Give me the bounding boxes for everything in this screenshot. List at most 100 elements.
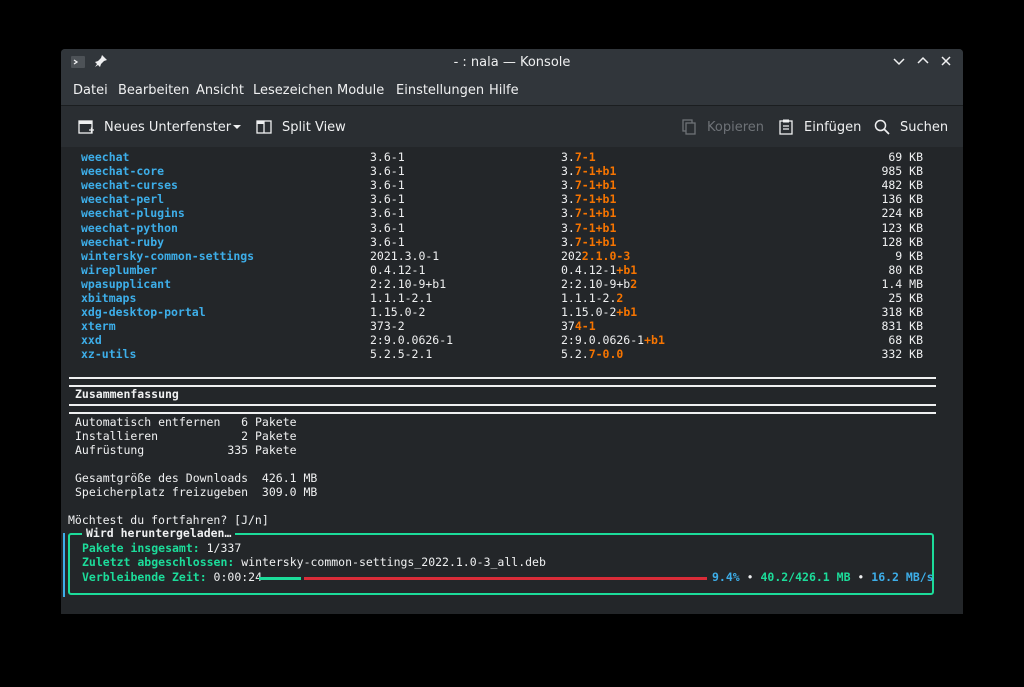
package-new-version: 1.15.0-2+b1 bbox=[561, 305, 638, 320]
package-size: 68 KB bbox=[888, 333, 923, 348]
progress-downloaded: 40.2/426.1 MB bbox=[760, 570, 851, 584]
copy-icon bbox=[680, 118, 698, 136]
package-new-version: 3.7-1+b1 bbox=[561, 220, 617, 235]
summary-auto-remove: Automatisch entfernen 6 Pakete bbox=[75, 415, 297, 429]
copy-button[interactable]: Kopieren bbox=[680, 112, 764, 142]
package-new-version: 2022.1.0-3 bbox=[561, 248, 631, 263]
cursor-marker bbox=[63, 533, 65, 597]
package-old-version: 5.2.5-2.1 bbox=[370, 347, 433, 362]
package-size: 482 KB bbox=[881, 178, 923, 193]
package-size: 224 KB bbox=[881, 206, 923, 221]
package-name: weechat bbox=[81, 150, 130, 164]
package-old-version: 1.1.1-2.1 bbox=[370, 291, 433, 305]
confirm-prompt: Möchtest du fortfahren? [J/n] bbox=[68, 513, 269, 527]
package-name: weechat-core bbox=[81, 164, 165, 179]
package-name: xbitmaps bbox=[81, 291, 137, 305]
package-new-version: 5.2.7-0.0 bbox=[561, 347, 624, 362]
paste-icon bbox=[777, 118, 795, 136]
menu-hilfe[interactable]: Hilfe bbox=[489, 83, 519, 98]
package-new-version: 3.7-1+b1 bbox=[561, 206, 617, 221]
copy-label: Kopieren bbox=[707, 119, 764, 135]
package-old-version: 0.4.12-1 bbox=[370, 262, 426, 277]
package-size: 80 KB bbox=[888, 262, 923, 277]
package-old-version: 3.6-1 bbox=[370, 206, 405, 221]
package-size: 128 KB bbox=[881, 234, 923, 249]
package-name: xdg-desktop-portal bbox=[81, 305, 206, 320]
summary-download-size: Gesamtgröße des Downloads 426.1 MB bbox=[75, 471, 318, 485]
package-size: 69 KB bbox=[888, 150, 923, 164]
package-new-version: 3.7-1+b1 bbox=[561, 192, 617, 207]
menu-bar: Datei Bearbeiten Ansicht Lesezeichen Mod… bbox=[61, 76, 963, 104]
package-new-version: 3.7-1+b1 bbox=[561, 178, 617, 193]
minimize-chevron-down-icon[interactable] bbox=[891, 54, 907, 70]
progress-bar-done bbox=[259, 577, 301, 580]
package-old-version: 1.15.0-2 bbox=[370, 305, 426, 320]
paste-label: Einfügen bbox=[804, 119, 862, 135]
menu-bearbeiten[interactable]: Bearbeiten bbox=[118, 83, 189, 98]
close-icon[interactable] bbox=[938, 54, 954, 70]
split-view-label: Split View bbox=[282, 119, 346, 135]
package-new-version: 3.7-1+b1 bbox=[561, 164, 617, 179]
package-size: 25 KB bbox=[888, 291, 923, 305]
menu-einstellungen[interactable]: Einstellungen bbox=[396, 83, 484, 98]
package-size: 1.4 MB bbox=[881, 276, 923, 291]
progress-last-completed: Zuletzt abgeschlossen: wintersky-common-… bbox=[82, 555, 546, 569]
search-button[interactable]: Suchen bbox=[873, 112, 948, 142]
package-name: xz-utils bbox=[81, 347, 137, 362]
package-old-version: 2:9.0.0626-1 bbox=[370, 333, 454, 348]
package-new-version: 3.7-1+b1 bbox=[561, 234, 617, 249]
menu-ansicht[interactable]: Ansicht bbox=[196, 83, 244, 98]
package-new-version: 3.7-1 bbox=[561, 150, 596, 164]
package-new-version: 1.1.1-2.2 bbox=[561, 291, 624, 305]
package-size: 831 KB bbox=[881, 319, 923, 334]
new-tab-label: Neues Unterfenster bbox=[104, 119, 232, 135]
package-new-version: 2:2.10-9+b2 bbox=[561, 276, 638, 291]
progress-percent: 9.4% bbox=[712, 570, 740, 584]
package-old-version: 3.6-1 bbox=[370, 178, 405, 193]
paste-button[interactable]: Einfügen bbox=[777, 112, 861, 142]
terminal-output[interactable]: weechat 3.6-1 3.7-1 69 KB weechat-core 3.6-1 3… bbox=[61, 147, 963, 614]
menu-lesezeichen[interactable]: Lesezeichen bbox=[253, 83, 333, 98]
menu-module[interactable]: Module bbox=[337, 83, 384, 98]
package-name: weechat-perl bbox=[81, 192, 165, 207]
progress-speed: 16.2 MB/s bbox=[871, 570, 934, 584]
new-tab-button[interactable]: Neues Unterfenster bbox=[77, 112, 231, 142]
package-name: wireplumber bbox=[81, 262, 158, 277]
package-name: weechat-plugins bbox=[81, 206, 185, 221]
split-view-button[interactable]: Split View bbox=[255, 112, 346, 142]
toolbar: Neues Unterfenster Split View Kopieren E… bbox=[61, 105, 963, 148]
progress-bar-remaining bbox=[304, 577, 707, 580]
package-size: 318 KB bbox=[881, 305, 923, 320]
summary-heading: Zusammenfassung bbox=[75, 387, 179, 401]
package-name: xxd bbox=[81, 333, 102, 348]
package-size: 136 KB bbox=[881, 192, 923, 207]
package-size: 985 KB bbox=[881, 164, 923, 179]
search-icon bbox=[873, 118, 891, 136]
new-tab-dropdown-icon[interactable] bbox=[229, 120, 245, 136]
package-name: wpasupplicant bbox=[81, 276, 172, 291]
summary-install: Installieren 2 Pakete bbox=[75, 429, 297, 443]
title-bar[interactable]: - : nala — Konsole bbox=[61, 49, 963, 76]
package-old-version: 3.6-1 bbox=[370, 164, 405, 179]
maximize-chevron-up-icon[interactable] bbox=[915, 54, 931, 70]
separator-rule bbox=[69, 404, 936, 414]
separator-rule bbox=[69, 377, 936, 387]
package-old-version: 3.6-1 bbox=[370, 234, 405, 249]
package-old-version: 3.6-1 bbox=[370, 220, 405, 235]
package-name: weechat-python bbox=[81, 220, 178, 235]
progress-title: Wird heruntergeladen… bbox=[82, 526, 236, 540]
package-name: weechat-ruby bbox=[81, 234, 165, 249]
package-name: wintersky-common-settings bbox=[81, 248, 255, 263]
window-title: - : nala — Konsole bbox=[453, 55, 571, 70]
package-new-version: 0.4.12-1+b1 bbox=[561, 262, 638, 277]
progress-stats: 9.4% • 40.2/426.1 MB • 16.2 MB/s bbox=[712, 570, 934, 584]
package-new-version: 374-1 bbox=[561, 319, 596, 334]
progress-packages: Pakete insgesamt: 1/337 bbox=[82, 541, 242, 555]
konsole-window: - : nala — Konsole Datei Bearbeiten Ansi… bbox=[61, 49, 963, 614]
package-old-version: 2:2.10-9+b1 bbox=[370, 276, 447, 291]
package-old-version: 2021.3.0-1 bbox=[370, 248, 440, 263]
package-old-version: 3.6-1 bbox=[370, 192, 405, 207]
summary-disk-space: Speicherplatz freizugeben 309.0 MB bbox=[75, 485, 318, 499]
menu-datei[interactable]: Datei bbox=[73, 83, 108, 98]
package-size: 332 KB bbox=[881, 347, 923, 362]
